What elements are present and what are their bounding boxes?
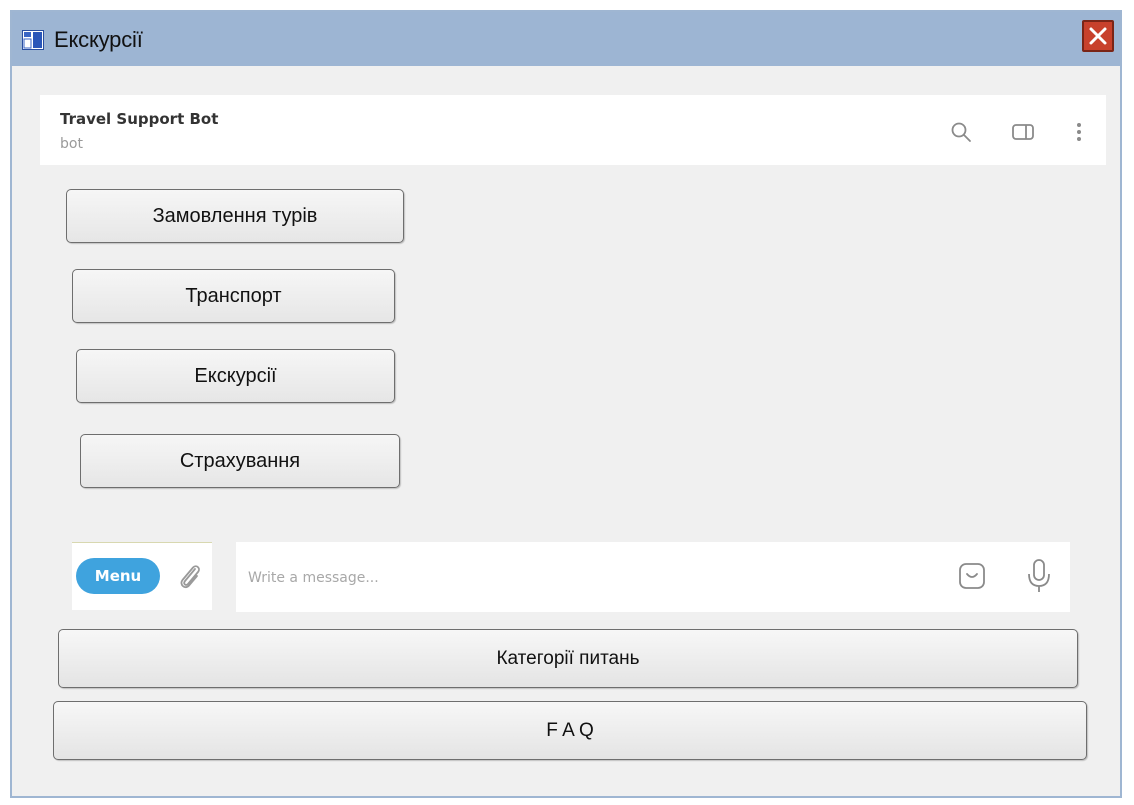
search-icon [951, 122, 971, 142]
search-button[interactable] [948, 119, 974, 145]
more-options-button[interactable] [1066, 119, 1092, 145]
title-bar: Екскурсії [12, 12, 1120, 66]
keyboard-button-transport[interactable]: Транспорт [72, 269, 395, 323]
sidebar-toggle-icon [1012, 124, 1034, 140]
bot-status: bot [60, 136, 83, 152]
app-window: Екскурсії Travel Support Bot bot Замовле… [10, 10, 1122, 798]
keyboard-button-excursions[interactable]: Екскурсії [76, 349, 395, 403]
faq-button[interactable]: F A Q [53, 701, 1087, 760]
more-vertical-icon [1077, 123, 1081, 141]
microphone-icon[interactable] [1026, 558, 1052, 594]
attach-icon[interactable] [176, 561, 204, 591]
chat-header: Travel Support Bot bot [40, 95, 1106, 165]
question-categories-button[interactable]: Категорії питань [58, 629, 1078, 688]
keyboard-button-insurance[interactable]: Страхування [80, 434, 400, 488]
menu-button[interactable]: Menu [76, 558, 160, 594]
sticker-icon[interactable] [958, 562, 986, 590]
window-title: Екскурсії [54, 27, 143, 52]
keyboard-button-tour-booking[interactable]: Замовлення турів [66, 189, 404, 243]
composer-left-panel: Menu [72, 542, 212, 610]
bot-name: Travel Support Bot [60, 110, 219, 128]
window-app-icon [22, 30, 44, 50]
close-button[interactable] [1082, 20, 1114, 52]
message-input[interactable] [246, 560, 930, 596]
message-composer [236, 542, 1070, 612]
close-icon [1089, 27, 1107, 45]
sidebar-toggle-button[interactable] [1010, 119, 1036, 145]
